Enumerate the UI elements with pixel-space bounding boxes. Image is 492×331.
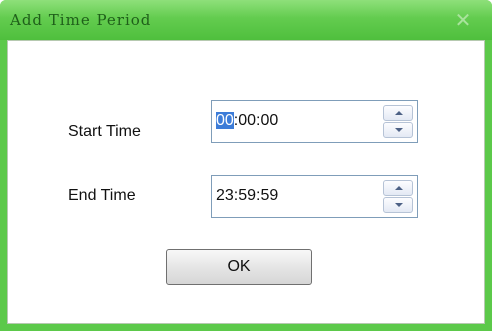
dialog-title: Add Time Period	[10, 11, 152, 29]
end-time-increment-button[interactable]	[383, 180, 413, 196]
close-icon[interactable]: ✕	[452, 9, 474, 31]
end-time-decrement-button[interactable]	[383, 197, 413, 213]
title-bar[interactable]: Add Time Period ✕	[0, 0, 492, 40]
spin-up-arrow-icon	[395, 186, 403, 190]
start-time-decrement-button[interactable]	[383, 122, 413, 138]
end-time-value[interactable]: 23:59:59	[216, 187, 278, 205]
start-time-field[interactable]: 00:00:00	[211, 100, 418, 143]
dialog-body: Start Time 00:00:00 End Time 23:59:59 OK	[7, 40, 485, 324]
end-time-field[interactable]: 23:59:59	[211, 175, 418, 218]
spin-down-arrow-icon	[395, 128, 403, 132]
start-time-increment-button[interactable]	[383, 105, 413, 121]
start-time-value[interactable]: 00:00:00	[216, 112, 278, 130]
start-time-minutes-seconds[interactable]: :00:00	[234, 112, 278, 129]
start-time-spinner[interactable]	[383, 105, 413, 138]
spin-down-arrow-icon	[395, 203, 403, 207]
start-time-hour-selected[interactable]: 00	[216, 112, 234, 129]
spin-up-arrow-icon	[395, 111, 403, 115]
ok-button[interactable]: OK	[166, 249, 312, 285]
end-time-label: End Time	[68, 187, 136, 204]
start-time-label: Start Time	[68, 123, 141, 140]
end-time-spinner[interactable]	[383, 180, 413, 213]
add-time-period-dialog: Add Time Period ✕ Start Time 00:00:00 En…	[0, 0, 492, 331]
